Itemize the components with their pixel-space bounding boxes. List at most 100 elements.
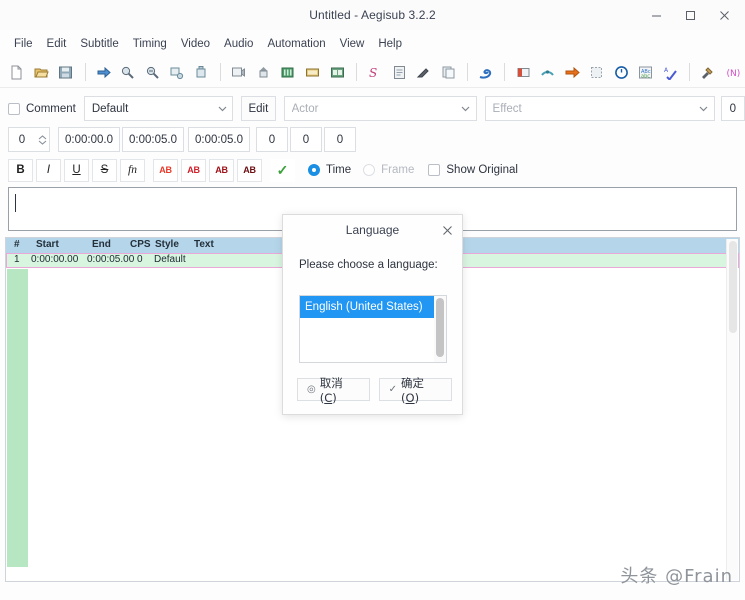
secondary-color-button[interactable]: AB bbox=[181, 158, 206, 182]
menu-item-video[interactable]: Video bbox=[174, 35, 217, 53]
zoom-out-icon[interactable] bbox=[141, 60, 165, 85]
comment-checkbox[interactable] bbox=[8, 102, 20, 115]
italic-button[interactable]: I bbox=[36, 158, 61, 182]
menu-item-view[interactable]: View bbox=[333, 35, 372, 53]
font-button[interactable]: fn bbox=[120, 158, 145, 182]
shift-icon[interactable] bbox=[609, 60, 633, 85]
primary-color-button[interactable]: AB bbox=[153, 158, 178, 182]
select-lines-icon[interactable] bbox=[585, 60, 609, 85]
start-time-field[interactable]: 0:00:00.0 bbox=[58, 127, 120, 152]
end-time-field[interactable]: 0:00:05.0 bbox=[122, 127, 184, 152]
grid-scrollbar-thumb[interactable] bbox=[729, 241, 737, 333]
column-header-style[interactable]: Style bbox=[155, 239, 179, 250]
svg-text:(N): (N) bbox=[726, 69, 740, 79]
outline-color-button[interactable]: AB bbox=[209, 158, 234, 182]
strikeout-button[interactable]: S bbox=[92, 158, 117, 182]
comment-label: Comment bbox=[26, 102, 76, 115]
commit-button[interactable]: ✓ bbox=[270, 158, 295, 182]
spectrum-icon[interactable] bbox=[325, 60, 349, 85]
actor-dropdown[interactable]: Actor bbox=[283, 96, 477, 121]
column-header-text[interactable]: Text bbox=[194, 239, 214, 250]
close-button[interactable] bbox=[707, 1, 741, 29]
kanji-timer-icon[interactable]: (N) bbox=[720, 60, 744, 85]
ok-button[interactable]: ✓ 确定(O) bbox=[378, 376, 452, 405]
margin-right-field[interactable]: 0 bbox=[290, 127, 322, 152]
menu-item-timing[interactable]: Timing bbox=[126, 35, 174, 53]
attachments-icon[interactable] bbox=[387, 60, 411, 85]
toolbar-separator bbox=[220, 63, 222, 81]
edit-style-button[interactable]: Edit bbox=[241, 96, 276, 121]
column-header-end[interactable]: End bbox=[92, 239, 111, 250]
column-header-start[interactable]: Start bbox=[36, 239, 59, 250]
resample-icon[interactable] bbox=[436, 60, 460, 85]
frame-radio[interactable] bbox=[363, 164, 376, 176]
layer-stepper[interactable]: 0 bbox=[8, 127, 50, 152]
minimize-button[interactable] bbox=[639, 1, 673, 29]
maximize-button[interactable] bbox=[673, 1, 707, 29]
title-bar: Untitled - Aegisub 3.2.2 bbox=[0, 0, 745, 30]
open-video-icon[interactable] bbox=[227, 60, 251, 85]
menu-item-help[interactable]: Help bbox=[371, 35, 409, 53]
margin-vertical-field[interactable]: 0 bbox=[324, 127, 356, 152]
dialog-close-icon[interactable] bbox=[438, 221, 456, 239]
edit-bar-row-1: Comment Default Edit Actor Effect 0 bbox=[0, 95, 745, 122]
style-value: Default bbox=[91, 102, 129, 115]
paste-icon[interactable] bbox=[190, 60, 214, 85]
translation-assistant-icon[interactable]: ABc abc bbox=[634, 60, 658, 85]
cell-end: 0:00:05.00 bbox=[87, 254, 135, 265]
style-dropdown[interactable]: Default bbox=[83, 96, 234, 121]
layer-field[interactable]: 0 bbox=[720, 96, 745, 121]
margin-left-field[interactable]: 0 bbox=[256, 127, 288, 152]
open-audio-from-video-icon[interactable] bbox=[301, 60, 325, 85]
open-subtitles-icon[interactable] bbox=[30, 60, 54, 85]
duration-field[interactable]: 0:00:05.0 bbox=[188, 127, 250, 152]
cut-icon[interactable] bbox=[165, 60, 189, 85]
styles-manager-icon[interactable]: S bbox=[363, 60, 387, 85]
cancel-button[interactable]: ◎ 取消(C) bbox=[297, 376, 370, 405]
outline-color-label: AB bbox=[215, 165, 228, 175]
menu-item-file[interactable]: File bbox=[7, 35, 40, 53]
fonts-collector-icon[interactable] bbox=[474, 60, 498, 85]
ok-check-icon: ✓ bbox=[388, 384, 398, 395]
properties-icon[interactable] bbox=[412, 60, 436, 85]
stepper-arrows-icon[interactable] bbox=[35, 134, 49, 145]
grid-scrollbar[interactable] bbox=[726, 239, 738, 580]
automation-icon[interactable] bbox=[696, 60, 720, 85]
snap-icon[interactable] bbox=[560, 60, 584, 85]
dialog-prompt: Please choose a language: bbox=[299, 259, 438, 271]
menu-item-subtitle[interactable]: Subtitle bbox=[73, 35, 125, 53]
language-listbox[interactable]: English (United States) bbox=[299, 295, 447, 363]
shift-times-icon[interactable] bbox=[511, 60, 535, 85]
grid-row-number-column bbox=[7, 269, 28, 567]
show-original-checkbox[interactable] bbox=[428, 164, 441, 176]
column-header-cps[interactable]: CPS bbox=[130, 239, 151, 250]
window-title: Untitled - Aegisub 3.2.2 bbox=[309, 8, 436, 22]
time-radio[interactable] bbox=[308, 164, 320, 176]
jump-to-icon[interactable] bbox=[92, 60, 116, 85]
list-item[interactable]: English (United States) bbox=[300, 296, 435, 318]
timing-post-processor-icon[interactable] bbox=[536, 60, 560, 85]
close-video-icon[interactable] bbox=[252, 60, 276, 85]
new-subtitles-icon[interactable] bbox=[5, 60, 29, 85]
listbox-scrollbar[interactable] bbox=[434, 296, 446, 362]
menu-item-audio[interactable]: Audio bbox=[217, 35, 260, 53]
cell-start: 0:00:00.00 bbox=[31, 254, 79, 265]
save-subtitles-icon[interactable] bbox=[54, 60, 78, 85]
zoom-in-icon[interactable] bbox=[116, 60, 140, 85]
secondary-color-label: AB bbox=[187, 165, 200, 175]
menu-item-automation[interactable]: Automation bbox=[260, 35, 332, 53]
check-icon: ✓ bbox=[276, 161, 289, 178]
effect-placeholder: Effect bbox=[492, 102, 522, 115]
toolbar-separator bbox=[504, 63, 506, 81]
chevron-down-icon bbox=[456, 106, 476, 112]
shadow-color-button[interactable]: AB bbox=[237, 158, 262, 182]
listbox-scrollbar-thumb[interactable] bbox=[436, 298, 444, 357]
bold-button[interactable]: B bbox=[8, 158, 33, 182]
column-header-number[interactable]: # bbox=[14, 239, 20, 250]
underline-label: U bbox=[72, 164, 81, 176]
underline-button[interactable]: U bbox=[64, 158, 89, 182]
spell-checker-icon[interactable]: A bbox=[658, 60, 682, 85]
menu-item-edit[interactable]: Edit bbox=[40, 35, 74, 53]
effect-dropdown[interactable]: Effect bbox=[484, 96, 715, 121]
open-audio-icon[interactable] bbox=[276, 60, 300, 85]
